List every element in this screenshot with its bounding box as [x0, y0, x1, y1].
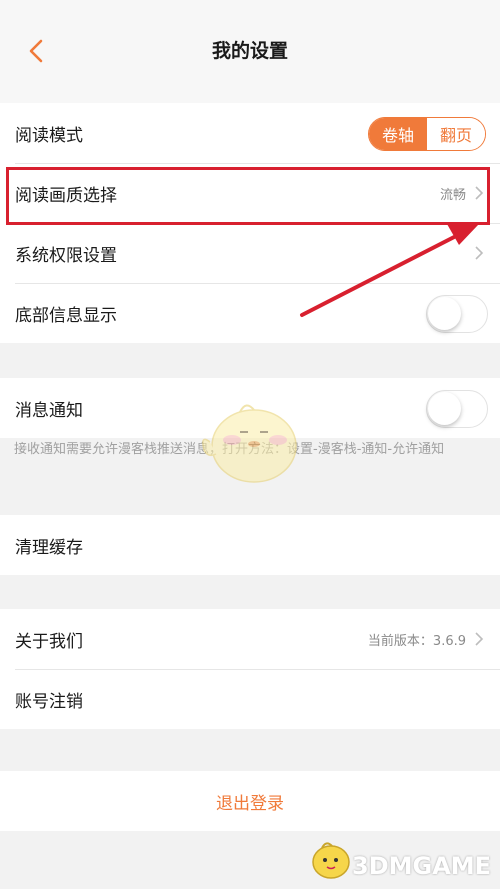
watermark-logo-icon [312, 842, 350, 879]
watermark-text: 3DMGAME [352, 852, 492, 880]
mascot-watermark-icon [202, 404, 297, 483]
